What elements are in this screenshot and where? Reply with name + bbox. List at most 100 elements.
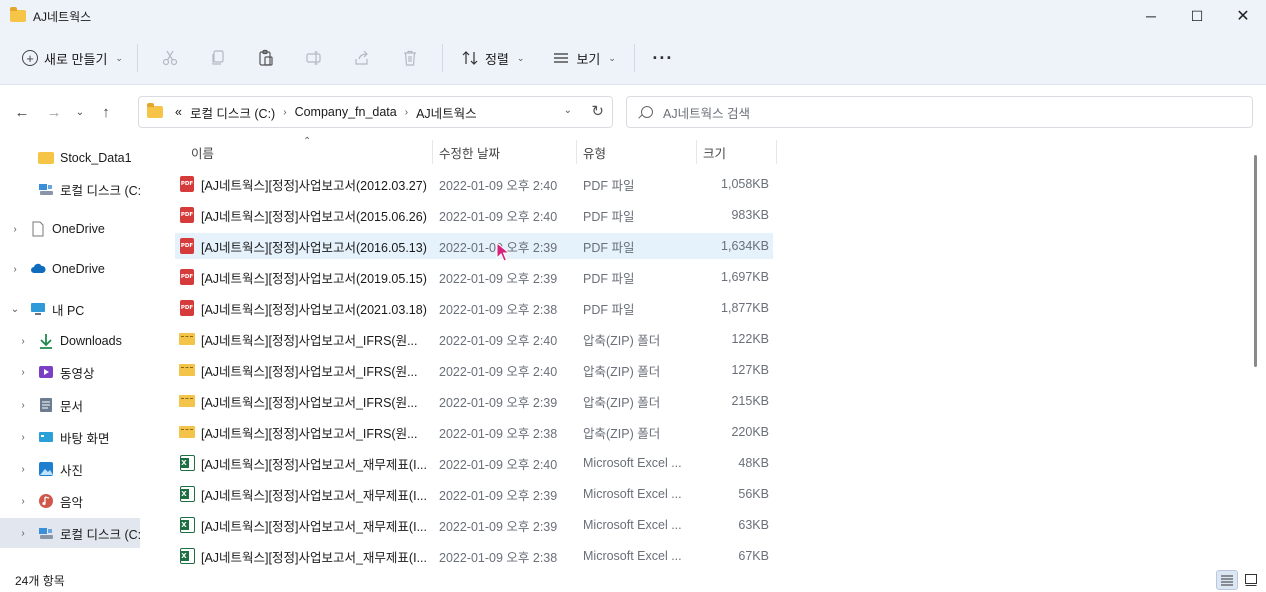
window-title: AJ네트웍스 <box>33 9 92 24</box>
search-icon <box>641 106 653 118</box>
file-modified: 2022-01-09 오후 2:39 <box>439 395 558 410</box>
tiles-view-icon <box>1245 574 1257 586</box>
chevron-right-icon[interactable]: › <box>0 224 30 235</box>
new-button-label: 새로 만들기 <box>44 51 108 67</box>
chevron-right-icon[interactable]: › <box>0 528 38 539</box>
file-modified: 2022-01-09 오후 2:40 <box>439 209 558 224</box>
address-bar[interactable]: « 로컬 디스크 (C:) › Company_fn_data › AJ네트웍스… <box>138 96 613 128</box>
chevron-right-icon[interactable]: › <box>0 367 38 378</box>
search-input[interactable]: AJ네트웍스 검색 <box>663 103 750 122</box>
sidebar-item-music[interactable]: › 음악 <box>0 486 140 516</box>
chevron-right-icon[interactable]: › <box>0 264 30 275</box>
breadcrumb-item[interactable]: Company_fn_data <box>295 105 397 119</box>
toolbar-divider <box>136 44 138 72</box>
details-view-icon <box>1221 575 1233 586</box>
sidebar-item-this-pc[interactable]: ⌄ 내 PC <box>0 294 140 324</box>
sidebar-item-label: OneDrive <box>52 262 105 276</box>
more-options-button[interactable]: ··· <box>643 42 683 74</box>
column-header-name[interactable]: 이름 <box>191 138 214 166</box>
view-button[interactable]: 보기 ⌄ <box>542 42 625 74</box>
search-box[interactable]: AJ네트웍스 검색 <box>626 96 1253 128</box>
column-header-modified[interactable]: 수정한 날짜 <box>439 138 500 166</box>
forward-arrow-icon[interactable]: → <box>38 96 70 128</box>
tiles-view-button[interactable] <box>1240 570 1262 590</box>
chevron-right-icon[interactable]: › <box>283 107 286 118</box>
sidebar-item-onedrive[interactable]: › OneDrive <box>0 254 140 284</box>
close-button[interactable]: ✕ <box>1220 0 1266 32</box>
file-type: PDF 파일 <box>583 302 635 317</box>
sidebar-item-desktop[interactable]: › 바탕 화면 <box>0 422 140 452</box>
file-type: PDF 파일 <box>583 178 635 193</box>
file-type: PDF 파일 <box>583 271 635 286</box>
cut-icon[interactable] <box>146 42 194 74</box>
folder-icon <box>38 150 54 166</box>
file-row[interactable]: [AJ네트웍스][정정]사업보고서_IFRS(원... 2022-01-09 오후… <box>175 357 773 383</box>
minimize-button[interactable]: ─ <box>1128 0 1174 32</box>
column-divider[interactable] <box>696 140 697 164</box>
file-name: [AJ네트웍스][정정]사업보고서(2019.05.15) <box>201 271 427 286</box>
file-row[interactable]: PDF [AJ네트웍스][정정]사업보고서(2021.03.18) 2022-01-… <box>175 295 773 321</box>
breadcrumb-item[interactable]: 로컬 디스크 (C:) <box>190 103 275 122</box>
plus-icon: + <box>22 50 38 66</box>
file-list-scrollbar[interactable] <box>1254 155 1257 367</box>
delete-icon[interactable] <box>386 42 434 74</box>
file-size: 48KB <box>738 456 769 470</box>
refresh-icon[interactable]: ↻ <box>591 102 604 120</box>
chevron-down-icon: ⌄ <box>115 52 123 63</box>
column-divider[interactable] <box>776 140 777 164</box>
sidebar-item-stock-data1[interactable]: Stock_Data1 <box>0 143 140 173</box>
cloud-icon <box>30 261 46 277</box>
paste-icon[interactable] <box>242 42 290 74</box>
file-name: [AJ네트웍스][정정]사업보고서_재무제표(I... <box>201 457 427 472</box>
file-row[interactable]: [AJ네트웍스][정정]사업보고서_IFRS(원... 2022-01-09 오후… <box>175 419 773 445</box>
column-header-type[interactable]: 유형 <box>583 138 606 166</box>
chevron-right-icon[interactable]: › <box>0 464 38 475</box>
recent-locations-chevron-icon[interactable]: ⌄ <box>70 96 90 128</box>
chevron-right-icon[interactable]: › <box>0 496 38 507</box>
drive-icon <box>38 181 54 197</box>
rename-icon[interactable] <box>290 42 338 74</box>
breadcrumb-item[interactable]: AJ네트웍스 <box>416 103 477 122</box>
file-modified: 2022-01-09 오후 2:40 <box>439 457 558 472</box>
sidebar-item-local-disk[interactable]: 로컬 디스크 (C:) <box>0 174 140 204</box>
chevron-right-icon[interactable]: › <box>0 432 38 443</box>
chevron-right-icon[interactable]: › <box>405 107 408 118</box>
file-row[interactable]: [AJ네트웍스][정정]사업보고서_재무제표(I... 2022-01-09 오후… <box>175 481 773 507</box>
file-row[interactable]: PDF [AJ네트웍스][정정]사업보고서(2019.05.15) 2022-01-… <box>175 264 773 290</box>
sidebar-item-documents[interactable]: › 문서 <box>0 390 140 420</box>
sidebar-item-videos[interactable]: › 동영상 <box>0 357 140 387</box>
share-icon[interactable] <box>338 42 386 74</box>
file-row[interactable]: PDF [AJ네트웍스][정정]사업보고서(2015.06.26) 2022-01-… <box>175 202 773 228</box>
file-row[interactable]: PDF [AJ네트웍스][정정]사업보고서(2012.03.27) 2022-01-… <box>175 171 773 197</box>
sidebar-item-pictures[interactable]: › 사진 <box>0 454 140 484</box>
back-arrow-icon[interactable]: ← <box>6 96 38 128</box>
file-row[interactable]: [AJ네트웍스][정정]사업보고서_재무제표(I... 2022-01-09 오후… <box>175 543 773 569</box>
new-button[interactable]: + 새로 만들기 ⌄ <box>16 42 129 74</box>
file-row[interactable]: [AJ네트웍스][정정]사업보고서_재무제표(I... 2022-01-09 오후… <box>175 450 773 476</box>
column-divider[interactable] <box>576 140 577 164</box>
zip-icon <box>179 424 195 440</box>
maximize-button[interactable]: ☐ <box>1174 0 1220 32</box>
breadcrumb-overflow[interactable]: « <box>175 105 182 119</box>
music-icon <box>38 493 54 509</box>
up-arrow-icon[interactable]: ↑ <box>90 96 122 128</box>
sort-button[interactable]: 정렬 ⌄ <box>451 42 534 74</box>
details-view-button[interactable] <box>1216 570 1238 590</box>
sidebar-item-downloads[interactable]: › Downloads <box>0 326 140 356</box>
file-row[interactable]: PDF [AJ네트웍스][정정]사업보고서(2016.05.13) 2022-01-… <box>175 233 773 259</box>
chevron-right-icon[interactable]: › <box>0 336 38 347</box>
chevron-down-icon[interactable]: ⌄ <box>0 304 30 315</box>
sidebar-item-local-disk-c[interactable]: › 로컬 디스크 (C:) <box>0 518 140 548</box>
chevron-right-icon[interactable]: › <box>0 400 38 411</box>
file-row[interactable]: [AJ네트웍스][정정]사업보고서_IFRS(원... 2022-01-09 오후… <box>175 326 773 352</box>
file-row[interactable]: [AJ네트웍스][정정]사업보고서_재무제표(I... 2022-01-09 오후… <box>175 512 773 538</box>
column-header-size[interactable]: 크기 <box>703 138 726 166</box>
file-name: [AJ네트웍스][정정]사업보고서_재무제표(I... <box>201 488 427 503</box>
sidebar-item-onedrive-personal[interactable]: › OneDrive <box>0 214 140 244</box>
copy-icon[interactable] <box>194 42 242 74</box>
address-dropdown-icon[interactable]: ⌄ <box>564 105 572 116</box>
column-divider[interactable] <box>432 140 433 164</box>
drive-icon <box>38 525 54 541</box>
file-row[interactable]: [AJ네트웍스][정정]사업보고서_IFRS(원... 2022-01-09 오후… <box>175 388 773 414</box>
file-name: [AJ네트웍스][정정]사업보고서(2016.05.13) <box>201 240 427 255</box>
